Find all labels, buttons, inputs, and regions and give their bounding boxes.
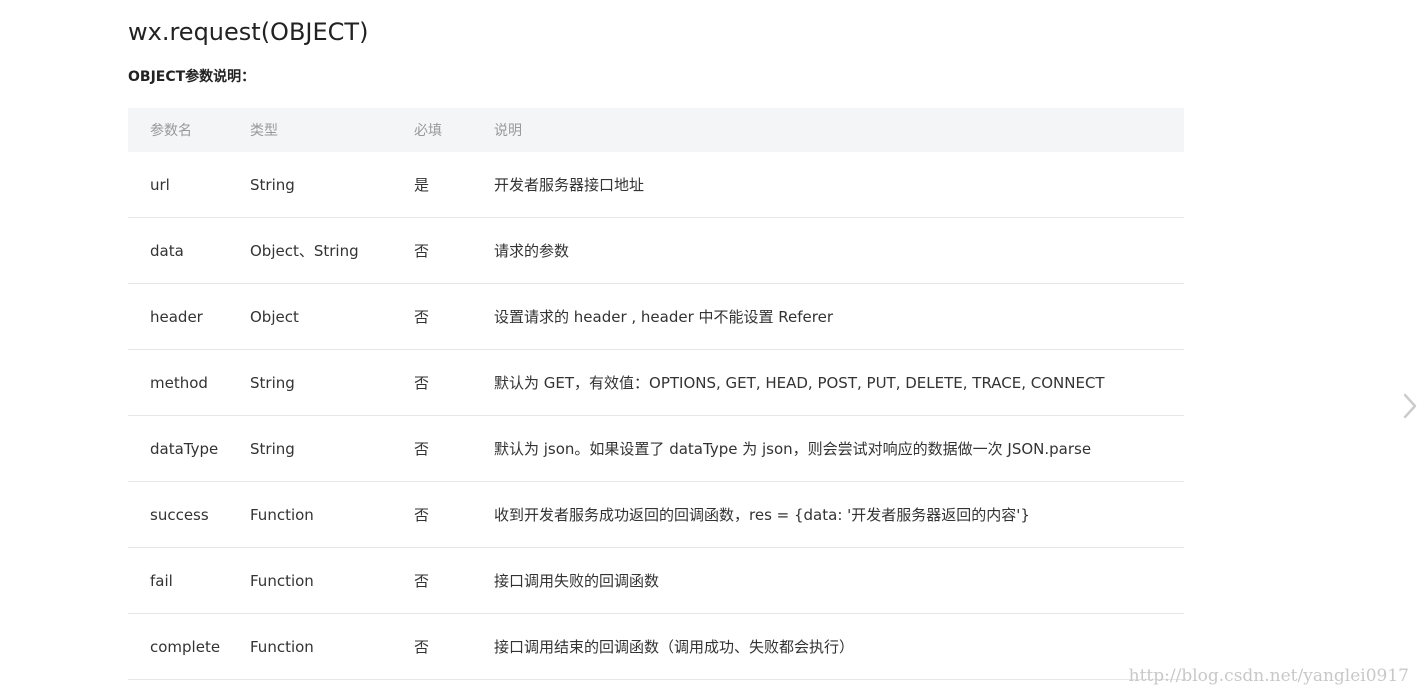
cell-required: 否	[414, 415, 494, 482]
table-row: complete Function 否 接口调用结束的回调函数（调用成功、失败都…	[128, 613, 1184, 680]
cell-description: 接口调用结束的回调函数（调用成功、失败都会执行）	[494, 613, 1184, 680]
cell-param-name: success	[128, 481, 250, 548]
params-table: 参数名 类型 必填 说明 url String 是 开发者服务器接口地址 dat…	[128, 108, 1184, 680]
cell-type: String	[250, 415, 414, 482]
header-type: 类型	[250, 108, 414, 152]
header-required: 必填	[414, 108, 494, 152]
cell-required: 否	[414, 481, 494, 548]
cell-param-name: dataType	[128, 415, 250, 482]
table-row: header Object 否 设置请求的 header , header 中不…	[128, 283, 1184, 350]
cell-required: 否	[414, 283, 494, 350]
cell-param-name: header	[128, 283, 250, 350]
chevron-right-icon[interactable]	[1402, 393, 1418, 419]
cell-param-name: fail	[128, 547, 250, 614]
cell-description: 请求的参数	[494, 217, 1184, 284]
cell-required: 否	[414, 547, 494, 614]
cell-description: 默认为 json。如果设置了 dataType 为 json，则会尝试对响应的数…	[494, 415, 1184, 482]
table-row: method String 否 默认为 GET，有效值：OPTIONS, GET…	[128, 349, 1184, 416]
cell-type: String	[250, 349, 414, 416]
cell-type: Function	[250, 547, 414, 614]
table-row: data Object、String 否 请求的参数	[128, 217, 1184, 284]
cell-required: 是	[414, 152, 494, 218]
cell-description: 开发者服务器接口地址	[494, 152, 1184, 218]
section-subtitle: OBJECT参数说明：	[128, 69, 256, 85]
cell-required: 否	[414, 349, 494, 416]
cell-param-name: url	[128, 152, 250, 218]
cell-required: 否	[414, 217, 494, 284]
table-row: dataType String 否 默认为 json。如果设置了 dataTyp…	[128, 415, 1184, 482]
cell-type: Object、String	[250, 217, 414, 284]
doc-page: wx.request(OBJECT) OBJECT参数说明： 参数名 类型 必填…	[0, 0, 1421, 697]
table-row: url String 是 开发者服务器接口地址	[128, 152, 1184, 218]
cell-param-name: data	[128, 217, 250, 284]
header-description: 说明	[494, 108, 1184, 152]
cell-type: Function	[250, 613, 414, 680]
cell-required: 否	[414, 613, 494, 680]
cell-param-name: complete	[128, 613, 250, 680]
cell-description: 收到开发者服务成功返回的回调函数，res = {data: '开发者服务器返回的…	[494, 481, 1184, 548]
cell-description: 接口调用失败的回调函数	[494, 547, 1184, 614]
header-param-name: 参数名	[128, 108, 250, 152]
cell-description: 设置请求的 header , header 中不能设置 Referer	[494, 283, 1184, 350]
cell-description: 默认为 GET，有效值：OPTIONS, GET, HEAD, POST, PU…	[494, 349, 1184, 416]
cell-type: Object	[250, 283, 414, 350]
chevron-right-icon-graphic	[1403, 393, 1417, 419]
page-title: wx.request(OBJECT)	[128, 18, 369, 46]
cell-param-name: method	[128, 349, 250, 416]
cell-type: String	[250, 152, 414, 218]
watermark: http://blog.csdn.net/yanglei0917	[1128, 666, 1409, 686]
table-row: fail Function 否 接口调用失败的回调函数	[128, 547, 1184, 614]
table-row: success Function 否 收到开发者服务成功返回的回调函数，res …	[128, 481, 1184, 548]
cell-type: Function	[250, 481, 414, 548]
table-header-row: 参数名 类型 必填 说明	[128, 108, 1184, 152]
